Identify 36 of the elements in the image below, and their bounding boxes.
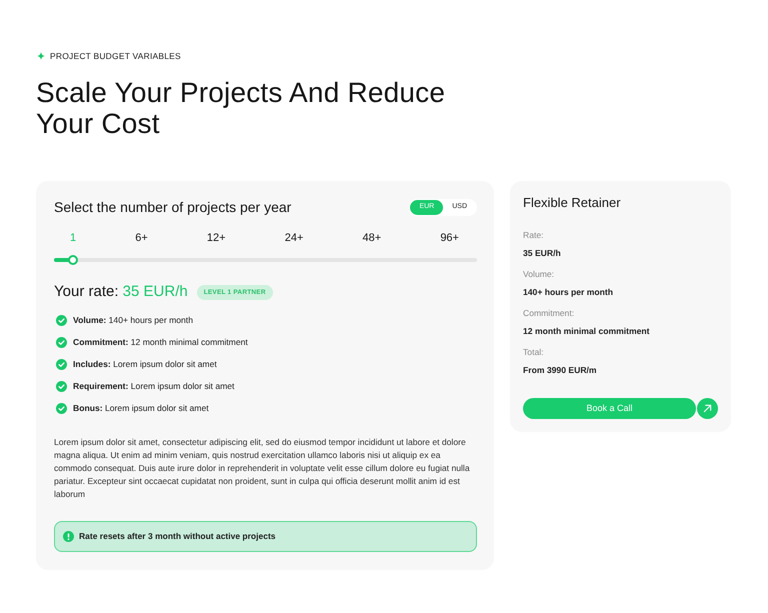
- project-count-option[interactable]: 24+: [284, 230, 304, 246]
- field-value: 35 EUR/h: [523, 246, 562, 259]
- project-count-option[interactable]: 48+: [362, 230, 382, 246]
- check-icon: [56, 358, 67, 370]
- project-count-option[interactable]: 12+: [206, 230, 226, 246]
- sparkle-icon: [37, 52, 45, 60]
- summary-title: Flexible Retainer: [523, 194, 622, 211]
- field-value: 140+ hours per month: [523, 286, 614, 298]
- field-value: From 3990 EUR/m: [523, 364, 598, 376]
- feature-text: Includes: Lorem ipsum dolor sit amet: [73, 358, 217, 371]
- slider-track[interactable]: [54, 258, 477, 262]
- field-label: Volume:: [523, 268, 556, 280]
- project-count-option[interactable]: 6+: [135, 230, 148, 246]
- page-heading: Scale Your Projects And Reduce Your Cost: [36, 76, 446, 139]
- field-label: Rate:: [523, 228, 545, 241]
- description-paragraph: Lorem ipsum dolor sit amet, consectetur adipiscing elit, sed do eiusmod tempor incididunt ut labore et dolore magna aliqua. Ut enim ad minim veniam, quis nostrud exercitation ullamco laboris nisi ut aliquip ex ea commodo consequat. Duis aute irure dolor in reprehenderit in voluptate velit esse cillum dolore eu fugiat nulla pariatur. Excepteur sint occaecat cupidatat non proident, sunt in culpa qui officia deserunt mollit anim id est laborum: [54, 436, 471, 501]
- section-label: PROJECT BUDGET VARIABLES: [50, 50, 181, 63]
- feature-text: Bonus: Lorem ipsum dolor sit amet: [73, 402, 209, 415]
- feature-text: Requirement: Lorem ipsum dolor sit amet: [73, 380, 234, 393]
- check-icon: [56, 402, 67, 414]
- calculator-title: Select the number of projects per year: [54, 198, 292, 217]
- exclamation-icon: [63, 530, 74, 542]
- rate-text: Your rate: 35 EUR/h: [54, 282, 188, 302]
- arrow-button[interactable]: [697, 398, 718, 419]
- feature-text: Volume: 140+ hours per month: [73, 314, 193, 327]
- field-label: Commitment:: [523, 306, 576, 319]
- check-icon: [56, 380, 67, 392]
- field-label: Total:: [523, 346, 545, 358]
- field-value: 12 month minimal commitment: [523, 324, 651, 337]
- slider-thumb[interactable]: [68, 255, 78, 266]
- check-icon: [56, 314, 67, 326]
- project-count-option[interactable]: 96+: [440, 230, 459, 246]
- notice-text: Rate resets after 3 month without active projects: [79, 530, 276, 543]
- arrow-icon: [703, 404, 712, 413]
- check-icon: [56, 336, 67, 348]
- feature-text: Commitment: 12 month minimal commitment: [73, 336, 248, 349]
